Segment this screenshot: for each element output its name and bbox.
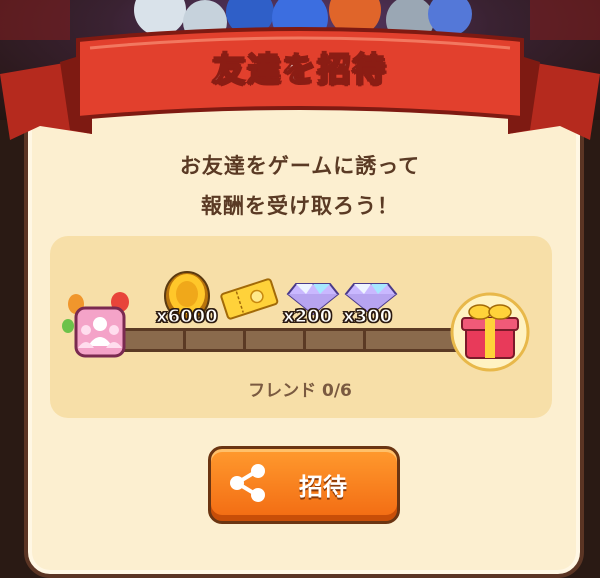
coin-quantity: x6000 — [156, 306, 219, 328]
track-segment-divider — [303, 331, 306, 349]
gift-box-icon — [450, 292, 530, 372]
diamond-quantity-300: x300 — [342, 306, 393, 328]
friends-group-icon — [62, 292, 129, 358]
invite-button[interactable]: 招待 — [208, 446, 400, 524]
friend-progress-track — [120, 328, 466, 352]
friend-progress-label: フレンド 0/6 — [248, 381, 352, 401]
invite-button-label: 招待 — [299, 473, 347, 501]
share-icon — [230, 464, 265, 502]
description-line-1: お友達をゲームに誘って — [179, 154, 421, 178]
diamond-quantity-200: x200 — [282, 306, 333, 328]
track-segment-divider — [243, 331, 246, 349]
ticket-icon — [220, 278, 279, 320]
track-segment-divider — [183, 331, 186, 349]
description-line-2: 報酬を受け取ろう！ — [201, 194, 399, 218]
dialog-title: 友達を招待 — [212, 48, 388, 89]
track-segment-divider — [363, 331, 366, 349]
